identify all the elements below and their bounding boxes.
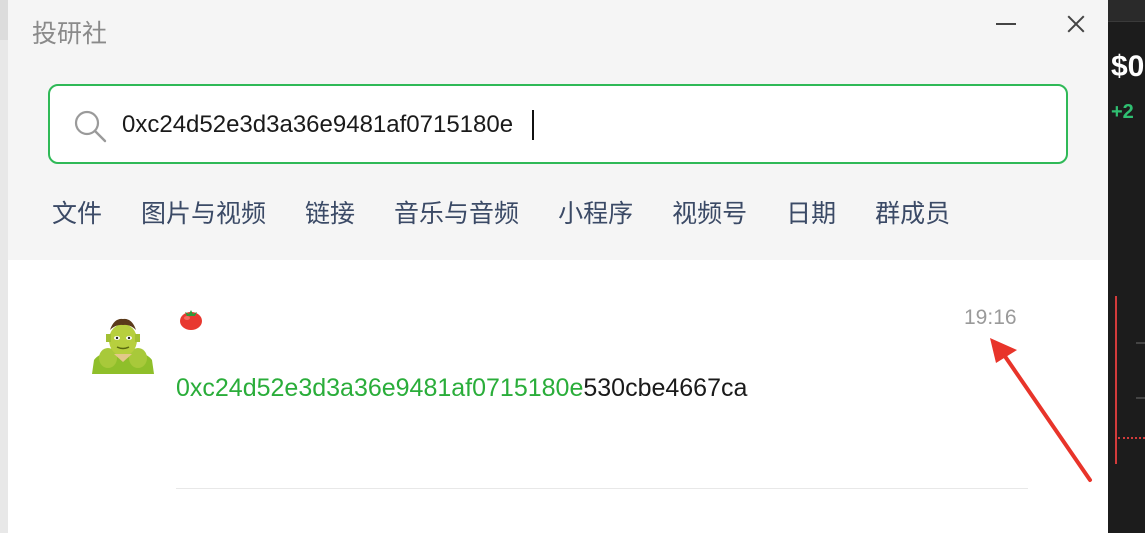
background-price: $0: [1111, 50, 1145, 83]
filter-links[interactable]: 链接: [305, 194, 355, 234]
avatar-image: [90, 316, 156, 374]
filter-music-audio[interactable]: 音乐与音频: [394, 194, 519, 234]
search-window: 投研社 文件 图片与视频 链接 音乐与音频 小程序 视频号 日期 群成员: [8, 0, 1108, 533]
filter-photos-videos[interactable]: 图片与视频: [141, 194, 266, 234]
search-box[interactable]: [48, 84, 1068, 164]
message-rest: 530cbe4667ca: [583, 374, 748, 402]
result-divider: [176, 488, 1028, 489]
filter-group-members[interactable]: 群成员: [875, 194, 950, 234]
left-edge-strip: [0, 0, 8, 533]
filter-date[interactable]: 日期: [786, 194, 836, 234]
message-text[interactable]: 0xc24d52e3d3a36e9481af0715180e530cbe4667…: [176, 374, 747, 403]
filter-channels[interactable]: 视频号: [672, 194, 747, 234]
window-title: 投研社: [32, 19, 108, 48]
background-chart-dashed-line: [1118, 437, 1145, 439]
background-chart-tick: [1136, 397, 1145, 399]
avatar[interactable]: [90, 316, 156, 374]
background-chart-tick: [1136, 342, 1145, 344]
search-results: 19:16 0xc24d52e3d3a36e9481af0715180e530c…: [8, 260, 1108, 533]
filter-bar: 文件 图片与视频 链接 音乐与音频 小程序 视频号 日期 群成员: [52, 194, 989, 234]
background-app-topbar: [1108, 0, 1145, 22]
background-chart-line: [1115, 296, 1117, 464]
filter-mini-programs[interactable]: 小程序: [558, 194, 633, 234]
background-app: $0 +2: [1108, 0, 1145, 533]
message-highlight: 0xc24d52e3d3a36e9481af0715180e: [176, 374, 584, 402]
search-icon: [74, 110, 107, 143]
search-input[interactable]: [122, 104, 1022, 146]
background-change: +2: [1111, 101, 1134, 123]
tomato-icon: [180, 310, 202, 330]
text-caret: [532, 110, 534, 140]
close-button[interactable]: [1058, 6, 1094, 42]
minimize-button[interactable]: [988, 8, 1024, 40]
filter-files[interactable]: 文件: [52, 194, 102, 234]
message-time: 19:16: [964, 306, 1017, 329]
minimize-icon: [996, 23, 1016, 25]
left-edge-strip-top: [0, 0, 8, 40]
